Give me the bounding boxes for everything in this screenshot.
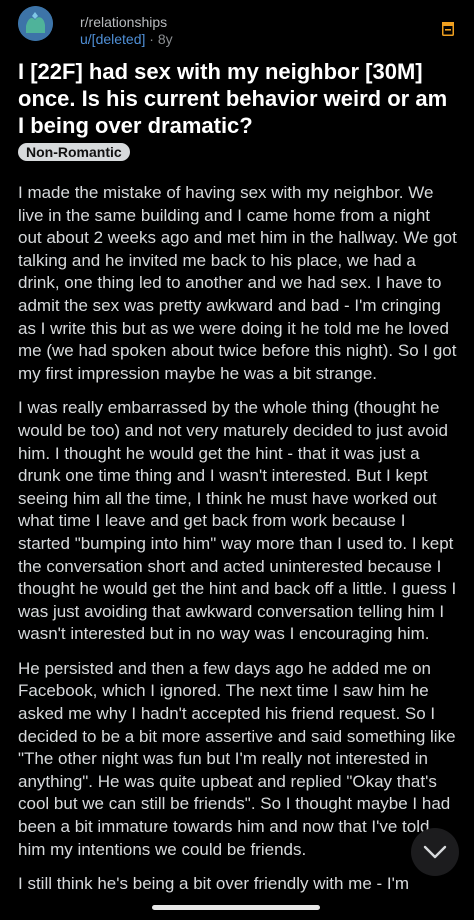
home-indicator[interactable] [152, 905, 320, 910]
author-username[interactable]: u/[deleted] [80, 31, 145, 47]
chevron-down-icon [423, 845, 447, 859]
subreddit-avatar[interactable] [18, 6, 53, 41]
scroll-down-button[interactable] [411, 828, 459, 876]
body-paragraph: I was really embarrassed by the whole th… [18, 398, 457, 644]
post-meta: u/[deleted] · 8y [80, 31, 173, 47]
post-flair[interactable]: Non-Romantic [18, 143, 130, 161]
post-age: 8y [157, 31, 173, 47]
post-body: I made the mistake of having sex with my… [18, 182, 458, 908]
subreddit-name[interactable]: r/relationships [80, 14, 167, 30]
body-paragraph: I still think he's being a bit over frie… [18, 874, 410, 894]
body-paragraph: He persisted and then a few days ago he … [18, 658, 456, 859]
bookmark-save-icon[interactable] [442, 22, 454, 36]
post-title: I [22F] had sex with my neighbor [30M] o… [18, 59, 448, 138]
subreddit-avatar-icon [18, 6, 53, 41]
meta-separator: · [149, 31, 154, 47]
body-paragraph: I made the mistake of having sex with my… [18, 183, 457, 383]
post-header: r/relationships u/[deleted] · 8y [18, 6, 458, 47]
